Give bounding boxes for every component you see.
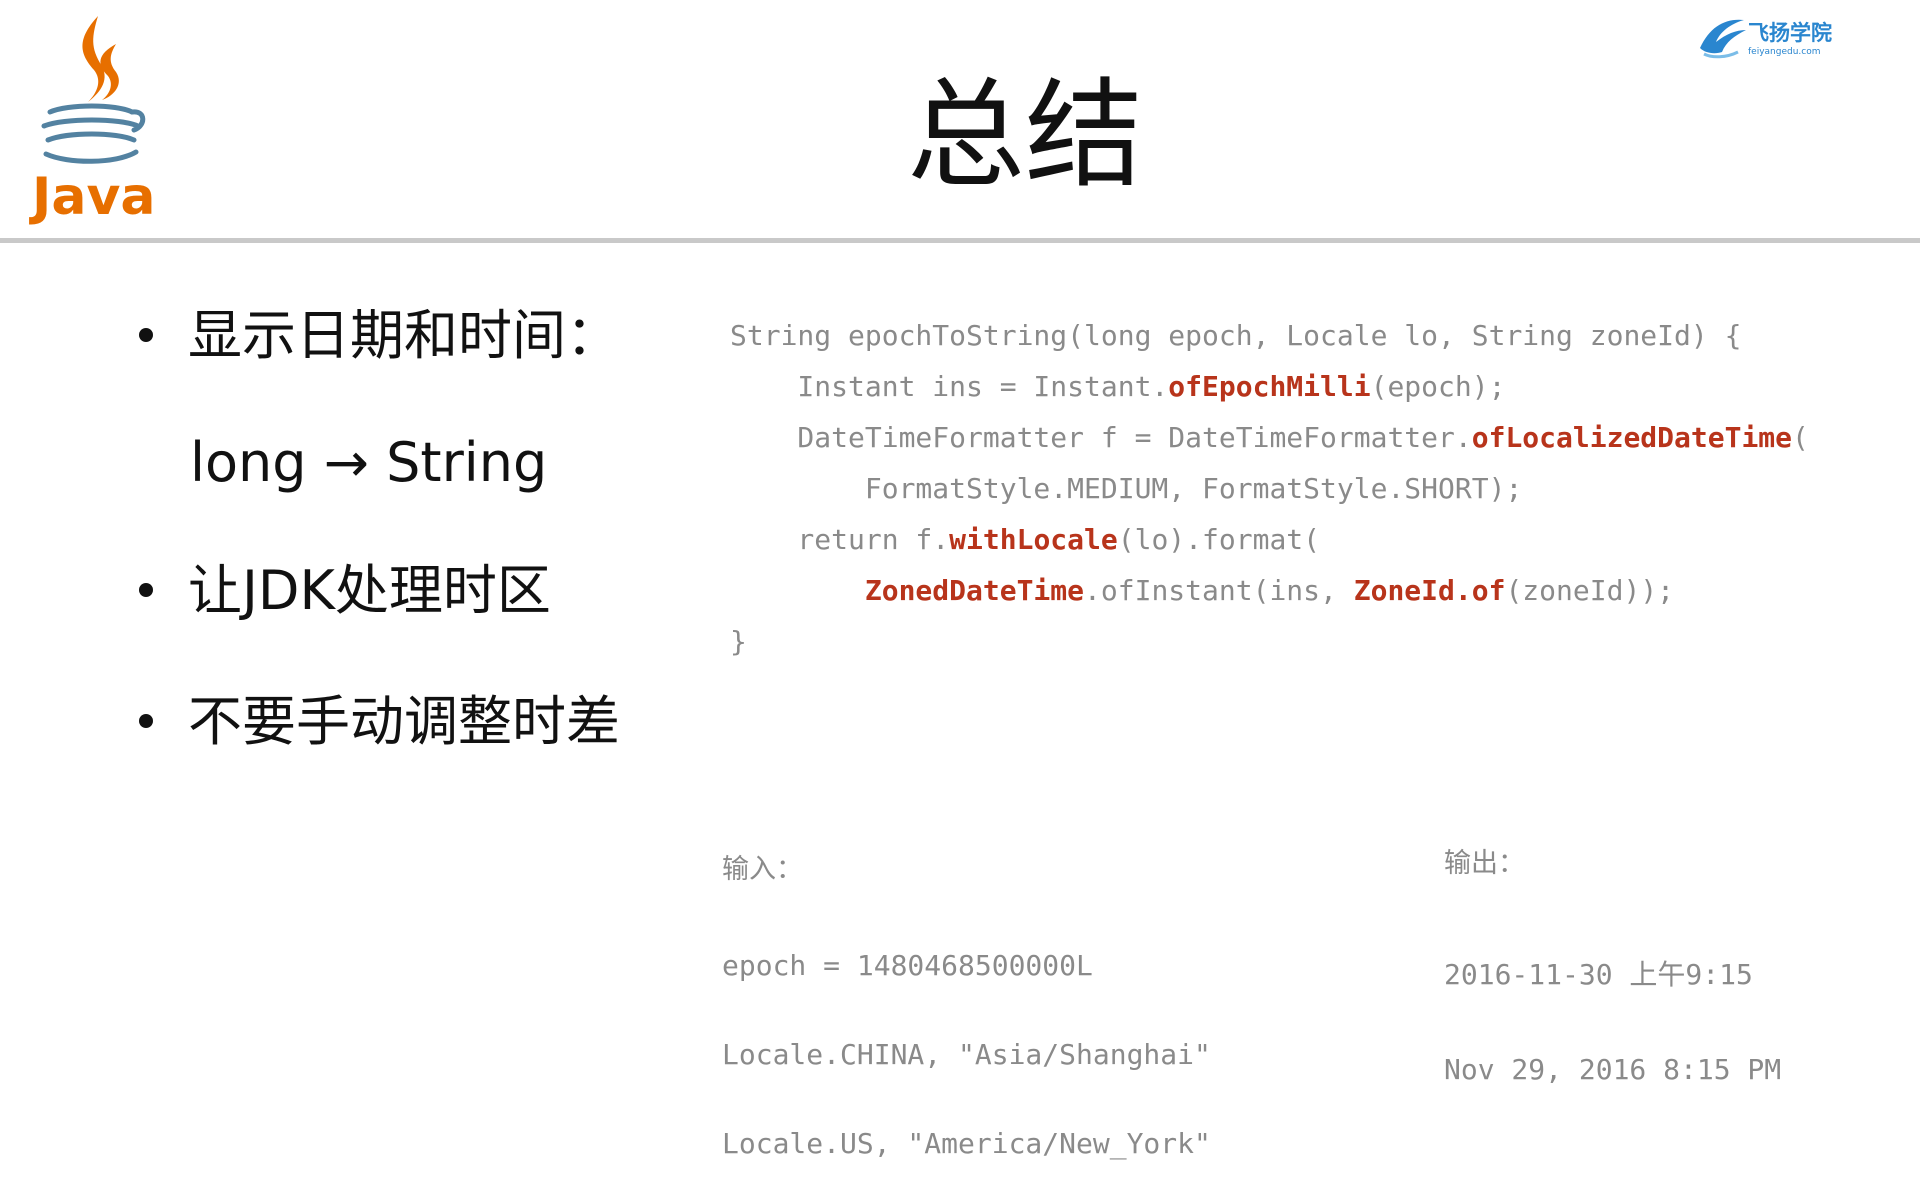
code-text: return f. bbox=[730, 523, 950, 556]
input-line: Locale.CHINA, "Asia/Shanghai" bbox=[722, 1038, 1211, 1071]
bullet-item: 让JDK处理时区 bbox=[188, 559, 551, 622]
code-text: DateTimeFormatter f = DateTimeFormatter. bbox=[730, 421, 1472, 454]
input-line: Locale.US, "America/New_York" bbox=[722, 1127, 1211, 1160]
code-highlight: ZonedDateTime bbox=[864, 574, 1085, 607]
output-line: Nov 29, 2016 8:15 PM bbox=[1444, 1053, 1782, 1086]
bullet-item: 不要手动调整时差 bbox=[188, 690, 620, 753]
output-section: 输出： 2016-11-30 上午9:15 Nov 29, 2016 8:15 … bbox=[1444, 806, 1781, 1117]
code-line: Instant ins = Instant.ofEpochMilli(epoch… bbox=[730, 361, 1809, 412]
code-text: (zoneId)); bbox=[1505, 574, 1675, 607]
code-highlight: ofEpochMilli bbox=[1168, 370, 1371, 403]
code-text: String epochToString(long epoch, Locale … bbox=[730, 319, 1742, 352]
code-text: (lo).format( bbox=[1117, 523, 1321, 556]
bullet-dot bbox=[139, 714, 153, 728]
input-section: 输入： epoch = 1480468500000L Locale.CHINA,… bbox=[722, 812, 1211, 1188]
code-highlight: ZoneId.of bbox=[1353, 574, 1506, 607]
code-line: ZonedDateTime.ofInstant(ins, ZoneId.of(z… bbox=[730, 565, 1809, 616]
brand-domain: feiyangedu.com bbox=[1748, 47, 1821, 57]
code-text: ( bbox=[1792, 421, 1809, 454]
wing-icon bbox=[1700, 19, 1746, 59]
title-divider bbox=[0, 238, 1920, 243]
code-line: FormatStyle.MEDIUM, FormatStyle.SHORT); bbox=[730, 463, 1809, 514]
output-line: 2016-11-30 上午9:15 bbox=[1444, 958, 1753, 991]
output-label: 输出： bbox=[1444, 848, 1525, 879]
code-text: (epoch); bbox=[1370, 370, 1506, 403]
code-text: FormatStyle.MEDIUM, FormatStyle.SHORT); bbox=[730, 472, 1523, 505]
slide-title: 总结 bbox=[906, 66, 1143, 204]
code-line: } bbox=[730, 616, 1809, 667]
code-highlight: ofLocalizedDateTime bbox=[1471, 421, 1793, 454]
bullet-dot bbox=[139, 583, 153, 597]
code-line: return f.withLocale(lo).format( bbox=[730, 514, 1809, 565]
bullet-subitem: long → String bbox=[190, 431, 548, 494]
input-label: 输入： bbox=[722, 854, 803, 885]
code-highlight: withLocale bbox=[949, 523, 1118, 556]
brand-name: 飞扬学院 bbox=[1748, 21, 1832, 45]
code-text: Instant ins = Instant. bbox=[730, 370, 1169, 403]
bullet-item: 显示日期和时间： bbox=[188, 304, 620, 367]
code-line: String epochToString(long epoch, Locale … bbox=[730, 310, 1809, 361]
bullet-dot bbox=[139, 328, 153, 342]
code-text: } bbox=[730, 625, 747, 658]
code-block: String epochToString(long epoch, Locale … bbox=[730, 310, 1809, 667]
code-text: .ofInstant(ins, bbox=[1084, 574, 1354, 607]
input-line: epoch = 1480468500000L bbox=[722, 949, 1093, 982]
brand-logo: 飞扬学院 feiyangedu.com bbox=[1700, 19, 1832, 59]
code-line: DateTimeFormatter f = DateTimeFormatter.… bbox=[730, 412, 1809, 463]
